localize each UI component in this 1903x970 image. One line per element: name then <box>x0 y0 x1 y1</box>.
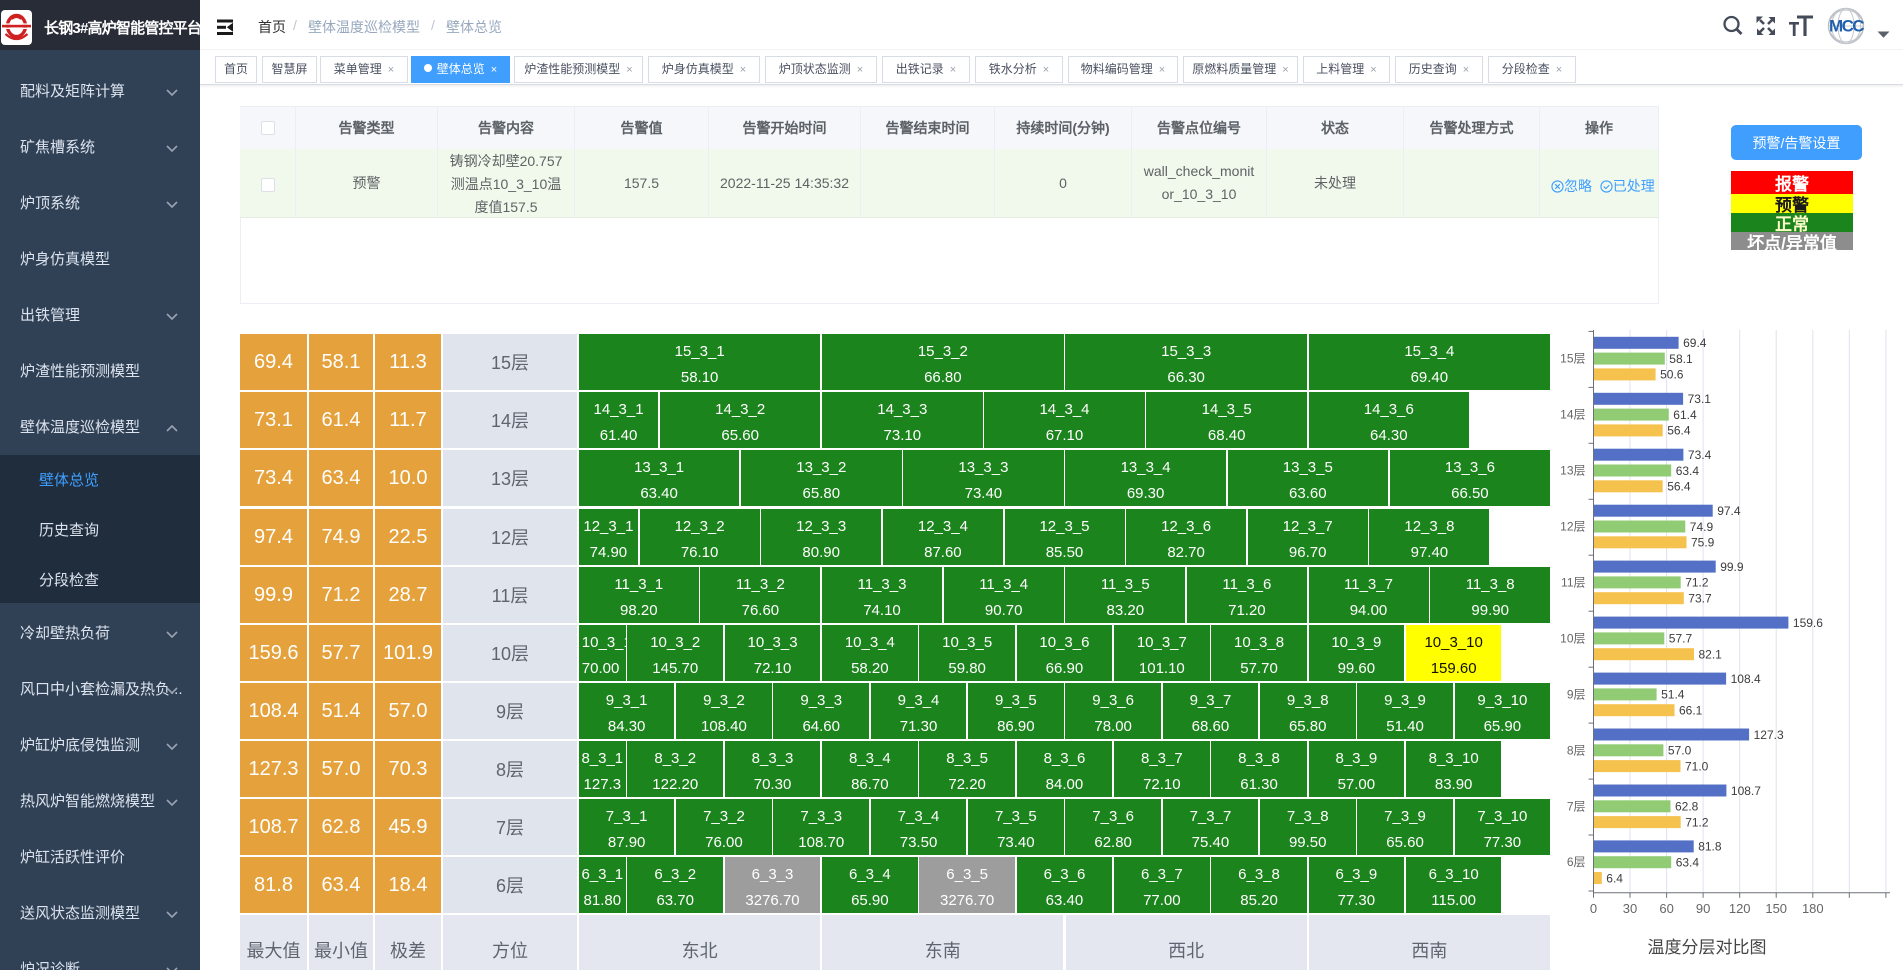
svg-text:73.1: 73.1 <box>1688 392 1712 406</box>
svg-text:127.3: 127.3 <box>1754 728 1784 742</box>
svg-text:73.4: 73.4 <box>1688 448 1712 462</box>
svg-text:10层: 10层 <box>1560 631 1585 645</box>
svg-text:82.1: 82.1 <box>1699 648 1723 662</box>
svg-text:14层: 14层 <box>1560 408 1585 422</box>
svg-text:0: 0 <box>1590 901 1597 916</box>
svg-text:73.7: 73.7 <box>1688 592 1712 606</box>
svg-text:66.1: 66.1 <box>1679 704 1703 718</box>
svg-text:71.2: 71.2 <box>1685 815 1709 829</box>
svg-text:MCC: MCC <box>1829 17 1864 36</box>
svg-text:30: 30 <box>1623 901 1637 916</box>
svg-text:81.8: 81.8 <box>1698 840 1722 854</box>
svg-text:6.4: 6.4 <box>1606 871 1623 885</box>
svg-text:99.9: 99.9 <box>1720 560 1744 574</box>
svg-text:74.9: 74.9 <box>1690 520 1714 534</box>
svg-text:75.9: 75.9 <box>1691 536 1715 550</box>
svg-text:108.7: 108.7 <box>1731 784 1761 798</box>
svg-text:51.4: 51.4 <box>1661 688 1685 702</box>
svg-text:71.0: 71.0 <box>1685 759 1709 773</box>
svg-text:69.4: 69.4 <box>1683 336 1707 350</box>
svg-text:58.1: 58.1 <box>1669 352 1693 366</box>
svg-text:11层: 11层 <box>1561 575 1585 589</box>
svg-text:60: 60 <box>1659 901 1673 916</box>
svg-text:120: 120 <box>1729 901 1751 916</box>
svg-text:8层: 8层 <box>1567 743 1586 757</box>
svg-text:71.2: 71.2 <box>1685 576 1709 590</box>
svg-text:50.6: 50.6 <box>1660 368 1684 382</box>
svg-text:97.4: 97.4 <box>1717 504 1741 518</box>
svg-text:62.8: 62.8 <box>1675 800 1699 814</box>
svg-text:180: 180 <box>1802 901 1824 916</box>
svg-text:63.4: 63.4 <box>1676 464 1700 478</box>
svg-text:13层: 13层 <box>1560 464 1585 478</box>
svg-text:63.4: 63.4 <box>1676 856 1700 870</box>
svg-text:56.4: 56.4 <box>1667 480 1691 494</box>
svg-text:7层: 7层 <box>1567 799 1586 813</box>
svg-text:159.6: 159.6 <box>1793 616 1823 630</box>
svg-text:9层: 9层 <box>1567 687 1586 701</box>
svg-text:150: 150 <box>1765 901 1787 916</box>
svg-text:108.4: 108.4 <box>1731 672 1761 686</box>
svg-text:6层: 6层 <box>1567 855 1586 869</box>
svg-text:57.7: 57.7 <box>1669 632 1693 646</box>
svg-text:12层: 12层 <box>1560 520 1585 534</box>
svg-text:61.4: 61.4 <box>1673 408 1697 422</box>
svg-text:温度分层对比图: 温度分层对比图 <box>1648 938 1767 957</box>
svg-text:56.4: 56.4 <box>1667 424 1691 438</box>
svg-text:90: 90 <box>1696 901 1710 916</box>
svg-text:57.0: 57.0 <box>1668 744 1692 758</box>
svg-text:15层: 15层 <box>1560 352 1585 366</box>
